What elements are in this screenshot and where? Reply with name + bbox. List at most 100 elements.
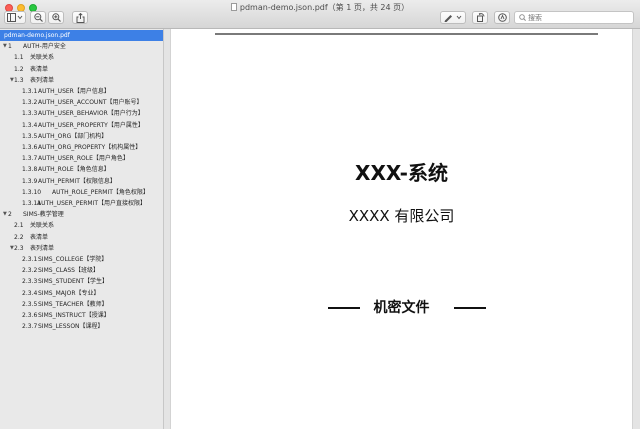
rotate-icon: [476, 13, 484, 22]
outline-item-number: 2.2: [14, 233, 24, 241]
outline-item-number: 1.3.7: [22, 155, 38, 163]
confidential-right-line: [454, 307, 486, 309]
outline-item[interactable]: 2.3.5 SIMS_TEACHER【教师】: [0, 299, 163, 310]
zoom-out-button[interactable]: [30, 11, 46, 24]
outline-item[interactable]: 2.3.7 SIMS_LESSON【课程】: [0, 321, 163, 332]
outline-item[interactable]: 1.3.4 AUTH_USER_PROPERTY【用户属性】: [0, 120, 163, 131]
zoom-out-icon: [33, 13, 43, 22]
outline-item-number: 1.3.2: [22, 99, 38, 107]
pdf-document-icon: [230, 3, 237, 11]
outline-item-number: 1.3.1: [22, 88, 38, 95]
confidential-text: 机密文件: [373, 300, 430, 316]
pdf-page: XXX-系统 XXXX 有限公司 机密文件: [170, 29, 633, 429]
outline-item[interactable]: 1.3.8 AUTH_ROLE【角色信息】: [0, 164, 163, 175]
search-input[interactable]: [528, 12, 628, 23]
outline-document-root[interactable]: pdman-demo.json.pdf: [0, 30, 163, 41]
outline-item-number: 2.3.2: [22, 267, 38, 275]
disclosure-triangle-icon[interactable]: ▼: [3, 41, 7, 52]
outline-item-label: SIMS-教学管理: [23, 211, 64, 219]
outline-item-number: 1.3.4: [22, 121, 38, 129]
outline-item-label: SIMS_TEACHER【教师】: [38, 300, 108, 308]
outline-item-label: AUTH_ROLE【角色信息】: [38, 166, 110, 174]
search-field[interactable]: [514, 11, 634, 24]
outline-item-label: AUTH_USER_PERMIT【用户直接权限】: [37, 200, 147, 207]
outline-item-label: 表清单: [30, 65, 49, 73]
outline-item[interactable]: 1.3.2 AUTH_USER_ACCOUNT【用户账号】: [0, 97, 163, 108]
outline-item-label: SIMS_CLASS【班级】: [38, 267, 99, 275]
outline-item-number: 1.3.8: [22, 166, 38, 174]
outline-item-number: 2.3.7: [22, 323, 38, 331]
outline-item-label: SIMS_COLLEGE【学院】: [38, 256, 108, 263]
title-bar: pdman-demo.json.pdf（第 1 页，共 24 页）: [0, 0, 640, 29]
outline-item-label: AUTH_ROLE_PERMIT【角色权限】: [52, 188, 149, 196]
outline-item[interactable]: 1.3.1 AUTH_USER【用户信息】: [0, 86, 163, 97]
annotate-button[interactable]: [494, 11, 510, 24]
outline-item[interactable]: 2.3.4 SIMS_MAJOR【专业】: [0, 288, 163, 299]
sidebar-toggle-icon: [7, 13, 23, 22]
outline-item[interactable]: 2.3.1 SIMS_COLLEGE【学院】: [0, 254, 163, 265]
outline-item-number: 1.1: [14, 54, 24, 62]
confidential-label: 机密文件: [171, 297, 632, 317]
outline-item-number: 1.3.3: [22, 110, 38, 118]
outline-item-label: SIMS_INSTRUCT【授课】: [38, 312, 110, 319]
zoom-in-button[interactable]: [48, 11, 64, 24]
outline-item-number: 1.3: [14, 76, 24, 84]
company-name: XXXX 有限公司: [348, 207, 455, 225]
outline-item-label: SIMS_LESSON【课程】: [38, 323, 104, 331]
outline-item-label: AUTH_USER_PROPERTY【用户属性】: [38, 121, 144, 129]
outline-item-number: 1.3.9: [22, 177, 38, 185]
outline-item-number: 2: [8, 211, 12, 219]
outline-item[interactable]: 1.1 关联关系: [0, 52, 163, 63]
outline-item-label: 关联关系: [30, 222, 55, 230]
outline-item[interactable]: 2.3.2 SIMS_CLASS【班级】: [0, 265, 163, 276]
sidebar-toggle-button[interactable]: [4, 11, 26, 24]
outline-item[interactable]: 1.3.5 AUTH_ORG【部门机构】: [0, 131, 163, 142]
outline-item[interactable]: 1.3.6 AUTH_ORG_PROPERTY【机构属性】: [0, 142, 163, 153]
outline-item-number: 2.3.3: [22, 278, 38, 286]
outline-item-label: AUTH_ORG【部门机构】: [38, 132, 108, 140]
outline-item-number: 2.3.1: [22, 256, 38, 263]
annotate-circle-icon: [497, 13, 507, 22]
outline-item-number: 1.3.5: [22, 132, 38, 140]
outline-item-label: SIMS_MAJOR【专业】: [38, 289, 100, 297]
share-button[interactable]: [72, 11, 88, 24]
disclosure-triangle-icon[interactable]: ▼: [3, 209, 7, 220]
markup-pen-icon: [444, 15, 462, 22]
outline-item-label: 表清单: [30, 233, 49, 241]
outline-item-label: 关联关系: [30, 54, 55, 62]
outline-item-label: AUTH-用户安全: [23, 43, 66, 51]
outline-item-number: 2.3.6: [22, 312, 38, 319]
rotate-button[interactable]: [472, 11, 488, 24]
outline-item[interactable]: 2.1 关联关系: [0, 220, 163, 231]
document-view[interactable]: XXX-系统 XXXX 有限公司 机密文件: [165, 29, 640, 429]
outline-item-label: 表列清单: [30, 76, 55, 84]
outline-item[interactable]: 1.3.9 AUTH_PERMIT【权限信息】: [0, 176, 163, 187]
outline-item[interactable]: 1.3.11 AUTH_USER_PERMIT【用户直接权限】: [0, 198, 163, 209]
outline-item-number: 1.3.10: [22, 188, 42, 196]
outline-item[interactable]: ▼ 2.3 表列清单: [0, 243, 163, 254]
outline-item[interactable]: ▼ 1 AUTH-用户安全: [0, 41, 163, 52]
outline-item-label: AUTH_USER_BEHAVIOR【用户行为】: [38, 110, 144, 118]
outline-item-label: 表列清单: [30, 244, 55, 252]
outline-item-label: pdman-demo.json.pdf: [4, 32, 70, 39]
outline-item[interactable]: 2.2 表清单: [0, 232, 163, 243]
outline-item[interactable]: 1.3.7 AUTH_USER_ROLE【用户角色】: [0, 153, 163, 164]
outline-item-number: 2.1: [14, 222, 24, 230]
document-title: XXX-系统: [355, 161, 448, 185]
outline-item[interactable]: 1.3.3 AUTH_USER_BEHAVIOR【用户行为】: [0, 108, 163, 119]
zoom-in-icon: [51, 13, 61, 22]
outline-item[interactable]: 2.3.3 SIMS_STUDENT【学生】: [0, 276, 163, 287]
outline-item[interactable]: 1.3.10 AUTH_ROLE_PERMIT【角色权限】: [0, 187, 163, 198]
outline-item-label: AUTH_USER_ROLE【用户角色】: [38, 155, 129, 163]
outline-sidebar[interactable]: pdman-demo.json.pdf ▼ 1 AUTH-用户安全 1.1 关联关系 1.2…: [0, 29, 164, 429]
markup-button[interactable]: [440, 11, 466, 24]
outline-item[interactable]: ▼ 2 SIMS-教学管理: [0, 209, 163, 220]
outline-item-label: SIMS_STUDENT【学生】: [38, 278, 108, 286]
outline-item-label: AUTH_PERMIT【权限信息】: [38, 177, 116, 185]
search-icon: [519, 14, 526, 21]
header-rule: [215, 33, 598, 35]
outline-item-number: 1: [8, 43, 12, 51]
outline-item[interactable]: ▼ 1.3 表列清单: [0, 75, 163, 86]
outline-item[interactable]: 2.3.6 SIMS_INSTRUCT【授课】: [0, 310, 163, 321]
outline-item[interactable]: 1.2 表清单: [0, 64, 163, 75]
